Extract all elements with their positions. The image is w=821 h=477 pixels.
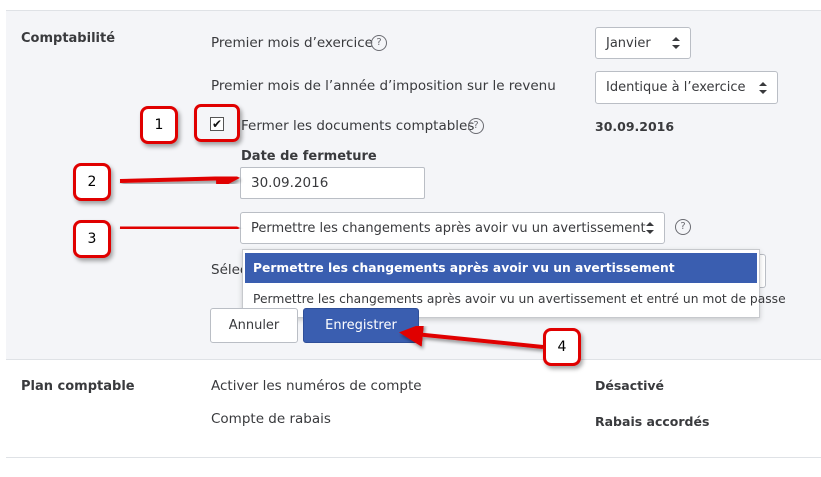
annotation-arrow-2 xyxy=(119,166,240,191)
annotation-marker-4: 4 xyxy=(543,328,581,366)
annotation-arrow-4 xyxy=(399,322,544,349)
annotation-marker-3: 3 xyxy=(73,220,111,258)
annotation-marker-2: 2 xyxy=(73,163,111,201)
annotation-arrow-3 xyxy=(119,215,240,240)
annotation-arrows xyxy=(119,166,544,349)
annotation-marker-1: 1 xyxy=(140,106,178,144)
